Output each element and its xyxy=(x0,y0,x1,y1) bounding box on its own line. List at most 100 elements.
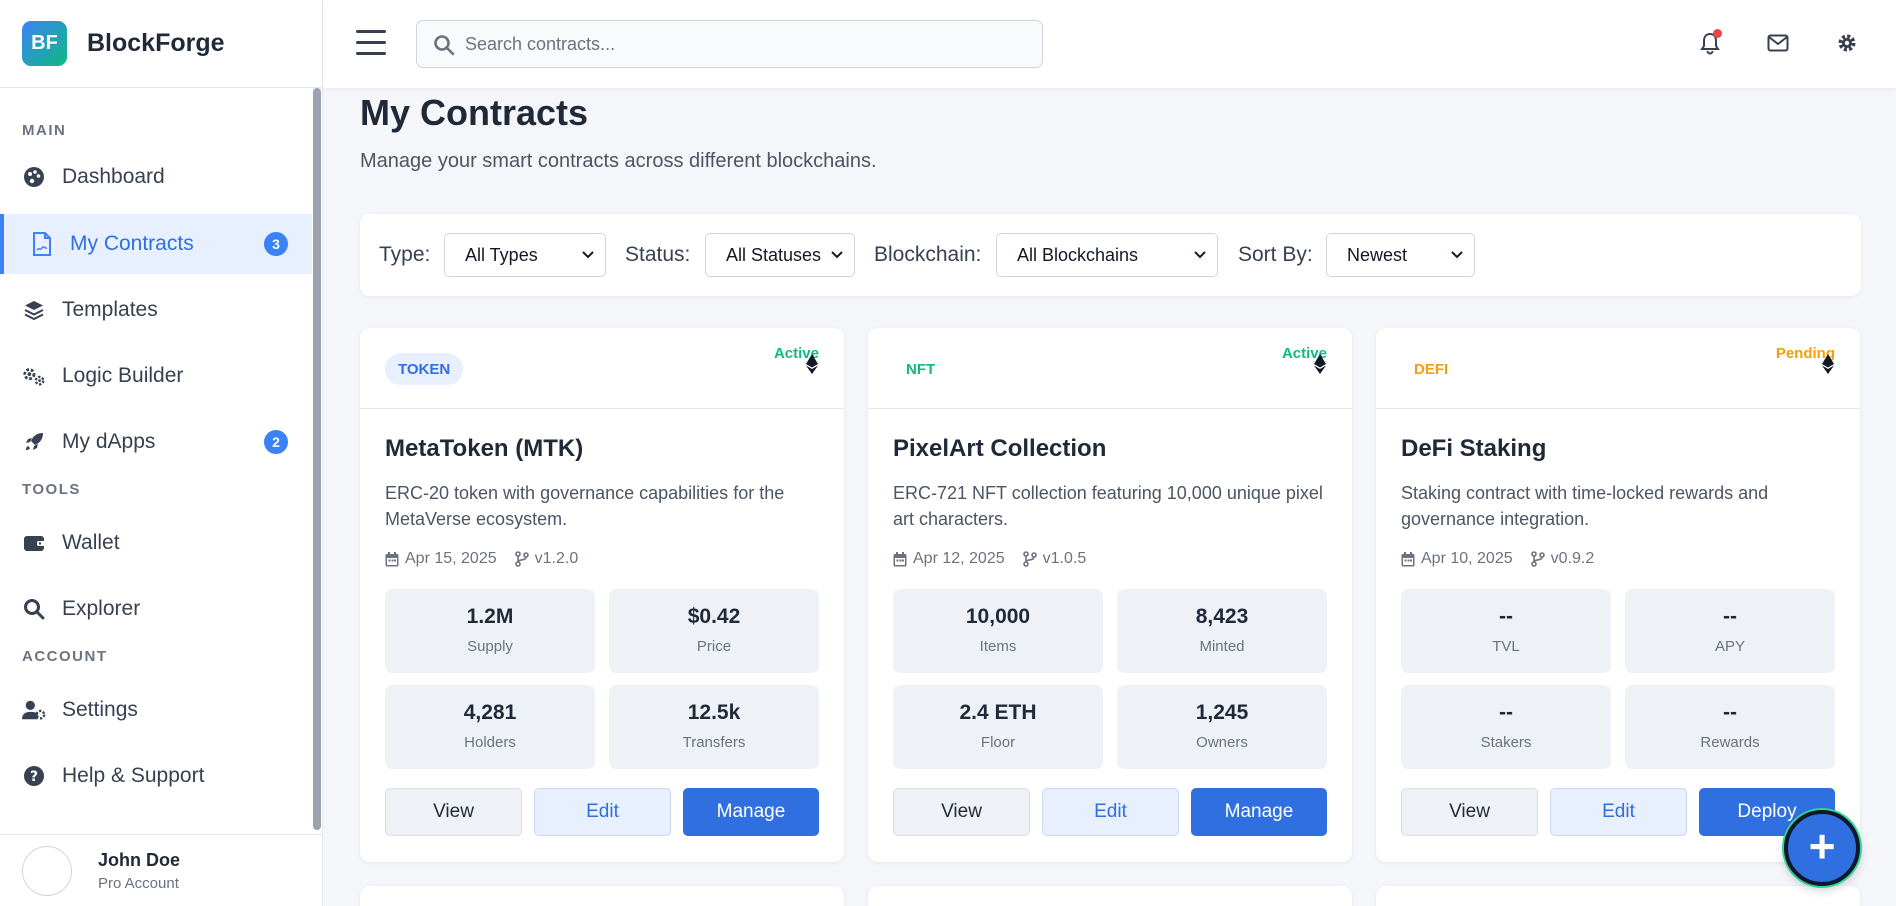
add-contract-button[interactable]: + xyxy=(1784,810,1860,886)
section-label-account: ACCOUNT xyxy=(22,648,108,665)
sidebar-item-explorer[interactable]: Explorer xyxy=(0,579,312,639)
stat-value: 12.5k xyxy=(687,701,741,724)
card-header: NFT Active xyxy=(868,328,1352,409)
scrollbar-thumb[interactable] xyxy=(313,88,321,830)
cogs-icon xyxy=(22,364,46,388)
stat-value: 2.4 ETH xyxy=(959,701,1037,724)
rocket-icon xyxy=(22,430,46,454)
sidebar-item-help-support[interactable]: ? Help & Support xyxy=(0,746,312,806)
stat-value: 1.2M xyxy=(466,605,514,628)
palette-icon xyxy=(22,165,46,189)
filter-blockchain-label: Blockchain: xyxy=(874,243,982,266)
type-badge: TOKEN xyxy=(385,353,464,385)
filter-sort-select[interactable]: Newest xyxy=(1326,233,1475,277)
manage-button[interactable]: Manage xyxy=(1191,788,1327,836)
count-badge: 3 xyxy=(264,232,288,256)
sidebar-item-templates[interactable]: Templates xyxy=(0,280,312,340)
gear-icon xyxy=(1838,34,1856,52)
stat-label: Stakers xyxy=(1480,734,1532,751)
user-name: John Doe xyxy=(98,849,181,870)
edit-button[interactable]: Edit xyxy=(1042,788,1179,836)
main-content: My Contracts Manage your smart contracts… xyxy=(323,88,1896,906)
stat-value: -- xyxy=(1499,701,1513,724)
search-box[interactable] xyxy=(416,20,1043,68)
menu-toggle-button[interactable] xyxy=(356,30,386,56)
search-input[interactable] xyxy=(465,33,1025,55)
stat-value: -- xyxy=(1723,701,1737,724)
sidebar-item-my-contracts[interactable]: My Contracts 3 xyxy=(0,214,312,274)
card-version: v0.9.2 xyxy=(1550,550,1595,567)
user-profile[interactable]: John Doe Pro Account xyxy=(0,834,323,906)
stat-label: TVL xyxy=(1492,638,1520,655)
sidebar-item-label: Templates xyxy=(62,298,158,321)
card-description: Staking contract with time-locked reward… xyxy=(1401,483,1769,529)
sidebar-item-settings[interactable]: Settings xyxy=(0,680,312,740)
view-button[interactable]: View xyxy=(1401,788,1538,836)
stat-box: $0.42 Price xyxy=(609,589,819,673)
section-label-main: MAIN xyxy=(22,122,67,139)
stat-label: Price xyxy=(696,638,732,655)
stat-value: 10,000 xyxy=(965,605,1031,628)
card-description: ERC-20 token with governance capabilitie… xyxy=(385,483,785,529)
branch-icon xyxy=(1022,551,1037,567)
chevron-down-icon xyxy=(831,251,843,259)
card-version: v1.2.0 xyxy=(534,550,579,567)
type-badge: DEFI xyxy=(1414,360,1449,378)
top-header xyxy=(323,0,1896,88)
stat-box: 2.4 ETH Floor xyxy=(893,685,1103,769)
chevron-down-icon xyxy=(1194,251,1206,259)
sidebar-item-label: My dApps xyxy=(62,430,156,453)
hamburger-line xyxy=(356,52,386,55)
stat-box: 12.5k Transfers xyxy=(609,685,819,769)
notification-dot xyxy=(1713,29,1722,38)
stat-label: Owners xyxy=(1196,734,1248,751)
sidebar-item-label: Settings xyxy=(62,698,138,721)
settings-button[interactable] xyxy=(1834,30,1860,56)
filter-type-select[interactable]: All Types xyxy=(444,233,606,277)
sidebar-item-my-dapps[interactable]: My dApps 2 xyxy=(0,412,312,472)
type-badge: NFT xyxy=(906,360,936,378)
stat-value: -- xyxy=(1723,605,1737,628)
stat-label: APY xyxy=(1714,638,1745,655)
card-date: Apr 10, 2025 xyxy=(1421,550,1513,567)
sidebar-item-label: Logic Builder xyxy=(62,364,184,387)
card-title: DeFi Staking xyxy=(1401,435,1547,462)
filter-blockchain-select[interactable]: All Blockchains xyxy=(996,233,1218,277)
brand-name: BlockForge xyxy=(87,29,225,57)
card-meta: Apr 10, 2025 v0.9.2 xyxy=(1401,550,1594,568)
stat-label: Transfers xyxy=(682,734,746,751)
card-header: DEFI Pending xyxy=(1376,328,1860,409)
sidebar-item-dashboard[interactable]: Dashboard xyxy=(0,147,312,207)
card-title: MetaToken (MTK) xyxy=(385,435,584,462)
sidebar-scrollbar[interactable] xyxy=(312,88,322,834)
view-button[interactable]: View xyxy=(385,788,522,836)
sidebar-item-logic-builder[interactable]: Logic Builder xyxy=(0,346,312,406)
brand[interactable]: BF BlockForge xyxy=(0,0,322,88)
messages-button[interactable] xyxy=(1765,30,1791,56)
sidebar-item-wallet[interactable]: Wallet xyxy=(0,513,312,573)
svg-text:?: ? xyxy=(30,769,38,785)
calendar-icon xyxy=(893,551,907,567)
filter-status-label: Status: xyxy=(625,243,691,266)
stat-box: -- TVL xyxy=(1401,589,1611,673)
file-contract-icon xyxy=(30,232,54,256)
contract-card-partial xyxy=(1376,886,1860,906)
filter-status-select[interactable]: All Statuses xyxy=(705,233,855,277)
card-description: ERC-721 NFT collection featuring 10,000 … xyxy=(893,483,1323,529)
manage-button[interactable]: Manage xyxy=(683,788,819,836)
sidebar-item-label: Explorer xyxy=(62,597,141,620)
select-value: All Statuses xyxy=(726,244,822,265)
mail-icon xyxy=(1767,34,1789,52)
view-button[interactable]: View xyxy=(893,788,1030,836)
user-role: Pro Account xyxy=(98,874,179,892)
stat-box: -- Rewards xyxy=(1625,685,1835,769)
sidebar-item-label: Dashboard xyxy=(62,165,165,188)
ethereum-icon xyxy=(1822,354,1834,374)
stat-label: Floor xyxy=(980,734,1016,751)
notifications-button[interactable] xyxy=(1697,29,1723,56)
search-icon xyxy=(433,34,455,61)
edit-button[interactable]: Edit xyxy=(534,788,671,836)
card-date: Apr 12, 2025 xyxy=(913,550,1005,567)
stat-box: 4,281 Holders xyxy=(385,685,595,769)
edit-button[interactable]: Edit xyxy=(1550,788,1687,836)
